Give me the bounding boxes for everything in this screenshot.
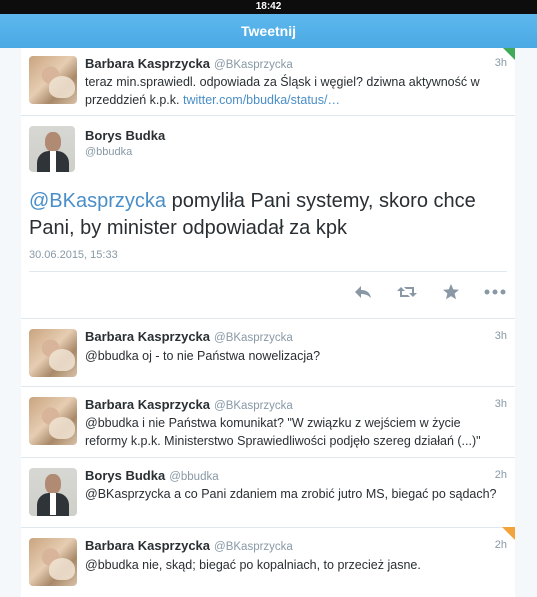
author-handle: @bbudka — [169, 471, 219, 483]
avatar[interactable] — [29, 468, 77, 516]
divider — [29, 271, 507, 272]
tweet-time: 3h — [494, 330, 507, 342]
status-time: 18:42 — [255, 1, 282, 12]
tweet-time: 3h — [494, 57, 507, 69]
avatar[interactable] — [29, 126, 75, 172]
tweet-text: @bbudka i nie Państwa komunikat? "W zwią… — [85, 416, 481, 448]
tweet-detail: Borys Budka @bbudka @BKasprzycka pomylił… — [21, 116, 515, 319]
tweet-item[interactable]: Barbara Kasprzycka @BKasprzycka 2h @bbudk… — [21, 527, 515, 596]
tweet-text: @bbudka nie, skąd; biegać po kopalniach,… — [85, 558, 421, 572]
left-margin — [0, 48, 21, 597]
navigation-bar: Tweetnij — [0, 14, 537, 48]
author-handle: @BKasprzycka — [214, 400, 293, 412]
author-name[interactable]: Barbara Kasprzycka @BKasprzycka — [85, 538, 293, 553]
status-bar: 18:42 — [0, 0, 537, 14]
tweet-timeline[interactable]: Barbara Kasprzycka @BKasprzycka 3h teraz … — [21, 48, 515, 597]
author-name-text: Borys Budka — [85, 468, 166, 483]
tweet-time: 2h — [494, 539, 507, 551]
favorite-icon[interactable] — [439, 280, 463, 304]
tweet-time: 3h — [494, 398, 507, 410]
tweet-link[interactable]: twitter.com/bbudka/status/… — [183, 93, 340, 107]
tweet-text: @bbudka oj - to nie Państwa nowelizacja? — [85, 349, 321, 363]
author-handle[interactable]: @bbudka — [85, 146, 132, 158]
author-name-text: Barbara Kasprzycka — [85, 538, 211, 553]
author-name[interactable]: Borys Budka — [85, 128, 165, 143]
avatar[interactable] — [29, 538, 77, 586]
tweet-item[interactable]: Barbara Kasprzycka @BKasprzycka 3h @bbudk… — [21, 319, 515, 387]
reply-icon[interactable] — [351, 280, 375, 304]
author-name[interactable]: Barbara Kasprzycka @BKasprzycka — [85, 329, 293, 344]
tweet-actions — [351, 280, 507, 304]
author-name-text: Barbara Kasprzycka — [85, 329, 211, 344]
more-icon[interactable] — [483, 280, 507, 304]
page-title: Tweetnij — [241, 23, 296, 39]
author-name[interactable]: Barbara Kasprzycka @BKasprzycka — [85, 397, 293, 412]
tweet-item[interactable]: Borys Budka @bbudka 2h @BKasprzycka a co … — [21, 458, 515, 528]
author-name-text: Barbara Kasprzycka — [85, 56, 211, 71]
author-handle: @BKasprzycka — [214, 332, 293, 344]
avatar[interactable] — [29, 397, 77, 445]
tweet-date: 30.06.2015, 15:33 — [29, 249, 118, 261]
author-name[interactable]: Borys Budka @bbudka — [85, 468, 219, 483]
tweet-text: @BKasprzycka a co Pani zdaniem ma zrobić… — [85, 487, 497, 501]
tweet-time: 2h — [494, 469, 507, 481]
avatar[interactable] — [29, 56, 77, 104]
author-handle: @BKasprzycka — [214, 59, 293, 71]
retweet-icon[interactable] — [395, 280, 419, 304]
mention-link[interactable]: @BKasprzycka — [29, 190, 166, 212]
author-name[interactable]: Barbara Kasprzycka @BKasprzycka — [85, 56, 293, 71]
tweet-item[interactable]: Barbara Kasprzycka @BKasprzycka 3h teraz … — [21, 48, 515, 116]
tweet-text: @BKasprzycka pomyliła Pani systemy, skor… — [29, 188, 499, 242]
tweet-item[interactable]: Barbara Kasprzycka @BKasprzycka 3h @bbudk… — [21, 387, 515, 458]
right-margin — [515, 48, 537, 597]
author-handle: @BKasprzycka — [214, 541, 293, 553]
tweet-text: teraz min.sprawiedl. odpowiada za Śląsk … — [85, 73, 505, 109]
avatar[interactable] — [29, 329, 77, 377]
author-name-text: Barbara Kasprzycka — [85, 397, 211, 412]
